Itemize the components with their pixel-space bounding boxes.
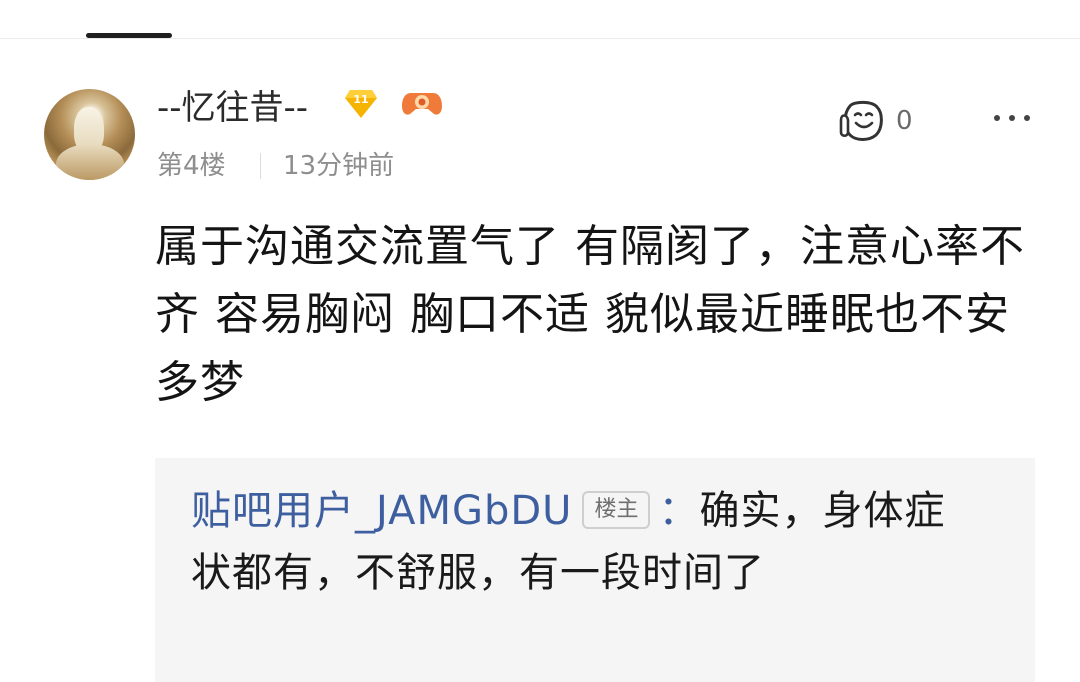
username[interactable]: --忆往昔-- (157, 86, 308, 130)
more-dots-icon[interactable] (992, 106, 1032, 130)
post-content: 属于沟通交流置气了 有隔阂了，注意心率不齐 容易胸闷 胸口不适 貌似最近睡眠也不… (155, 221, 1025, 408)
like-face-icon (839, 100, 883, 141)
top-divider (0, 38, 1080, 39)
avatar[interactable] (44, 89, 135, 180)
level-number: 11 (353, 93, 368, 106)
reply-username[interactable]: 贴吧用户_JAMGbDU (191, 488, 572, 534)
reply-preview[interactable]: 贴吧用户_JAMGbDU 楼主 ：确实，身体症状都有，不舒服，有一段时间了 (155, 458, 1035, 682)
diamond-level-badge-icon: 11 (345, 90, 377, 118)
thread-owner-badge: 楼主 (582, 491, 651, 529)
floor-number: 第4楼 (157, 151, 226, 181)
reply-separator: ： (658, 488, 700, 534)
like-button[interactable]: 0 (838, 98, 913, 144)
reply-text-block: 贴吧用户_JAMGbDU 楼主 ：确实，身体症状都有，不舒服，有一段时间了 (191, 480, 981, 604)
like-count: 0 (896, 106, 913, 136)
game-controller-icon (402, 93, 442, 115)
post-time: 13分钟前 (283, 151, 395, 181)
tab-indicator (86, 33, 172, 38)
meta-separator (260, 153, 261, 179)
